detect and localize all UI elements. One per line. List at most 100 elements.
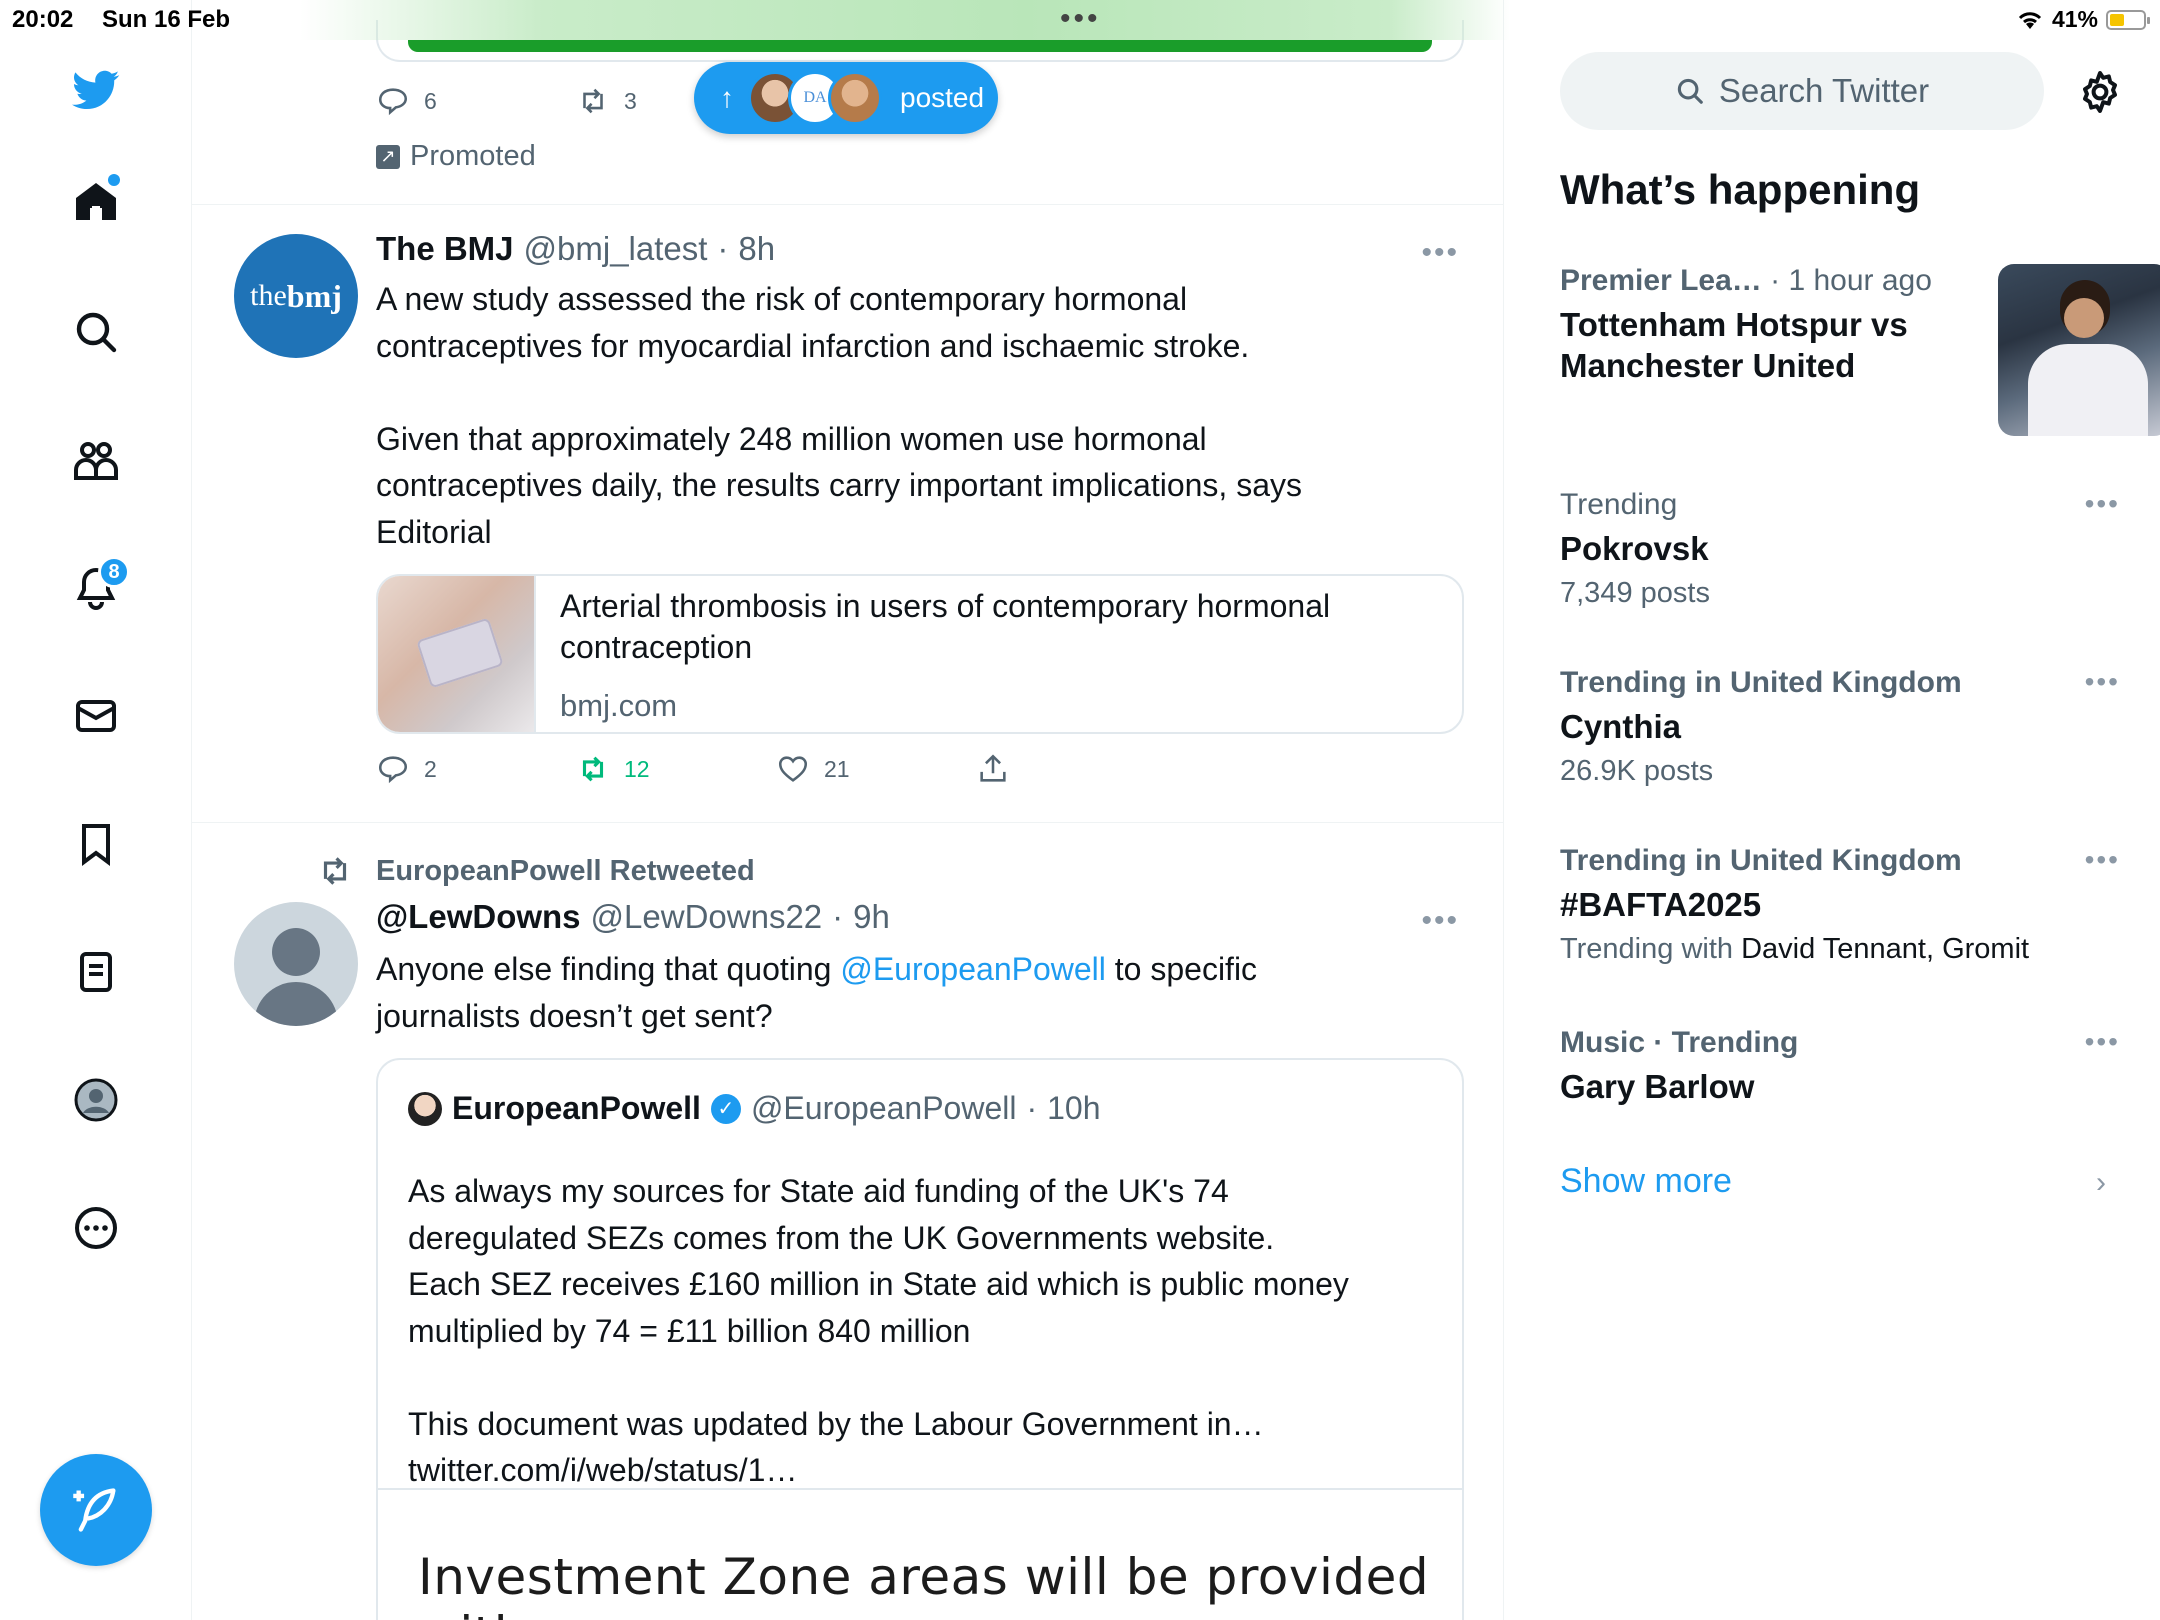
tweet-time[interactable]: 9h	[853, 898, 890, 936]
heart-icon	[778, 756, 808, 782]
trend-meta: Music · Trending	[1560, 1026, 1799, 1059]
pill-pack-image	[416, 617, 504, 689]
nav-profile[interactable]	[66, 1070, 126, 1130]
trend-item[interactable]: Trending in United Kingdom Cynthia 26.9K…	[1560, 666, 2120, 788]
author-handle[interactable]: @LewDowns22	[591, 898, 823, 936]
settings-gear-icon[interactable]	[2076, 68, 2124, 116]
retweet-count: 3	[624, 87, 637, 114]
trend-item[interactable]: Music · Trending Gary Barlow •••	[1560, 1026, 2120, 1107]
news-item[interactable]: Premier Lea… · 1 hour ago Tottenham Hots…	[1560, 264, 2160, 436]
active-call-indicator	[300, 0, 1510, 40]
trend-title: Pokrovsk	[1560, 530, 1709, 567]
trend-more-icon[interactable]: •••	[2085, 488, 2120, 520]
trend-title: Cynthia	[1560, 708, 1682, 745]
nav-lists[interactable]	[66, 942, 126, 1002]
trend-more-icon[interactable]: •••	[2085, 666, 2120, 698]
whats-happening-title: What’s happening	[1560, 166, 1921, 213]
search-input[interactable]: Search Twitter	[1560, 52, 2044, 130]
quoted-media-image-text: Investment Zone areas will be provided w…	[418, 1548, 1430, 1620]
tweet-text: Anyone else finding that quoting @Europe…	[376, 946, 1416, 1039]
status-date: Sun 16 Feb	[102, 6, 231, 33]
lewdowns-tweet-header: @LewDowns @LewDowns22 · 9h	[376, 898, 890, 936]
link-preview-card[interactable]: Arterial thrombosis in users of contempo…	[376, 574, 1464, 734]
tweet-more-icon[interactable]: •••	[1421, 904, 1459, 938]
share-button[interactable]	[976, 752, 1010, 786]
nav-bookmarks[interactable]	[66, 814, 126, 874]
retweet-count: 12	[624, 755, 650, 782]
trend-item[interactable]: Trending Pokrovsk 7,349 posts •••	[1560, 488, 2120, 610]
author-name[interactable]: @LewDowns	[376, 898, 581, 936]
trend-count: 26.9K posts	[1560, 755, 1714, 787]
retweet-icon	[323, 857, 347, 885]
retweet-button[interactable]: 3	[576, 84, 637, 118]
news-title: Tottenham Hotspur vs Manchester United	[1560, 306, 1908, 384]
reply-button[interactable]: 6	[376, 84, 437, 118]
image-shape	[2028, 344, 2148, 436]
status-bar: 20:02 Sun 16 Feb ••• 41%	[0, 0, 2160, 40]
sidebar-nav: 8	[0, 0, 192, 1620]
promoted-text: Promoted	[410, 140, 536, 172]
news-thumbnail	[1998, 264, 2160, 436]
author-name[interactable]: The BMJ	[376, 230, 514, 268]
nav-notifications[interactable]: 8	[66, 556, 130, 618]
link-domain: bmj.com	[560, 688, 678, 723]
share-icon	[980, 754, 1006, 782]
retweeted-by-line[interactable]: EuropeanPowell Retweeted	[316, 852, 755, 890]
compose-tweet-button[interactable]	[40, 1454, 152, 1566]
separator: ·	[832, 898, 844, 935]
compose-feather-icon	[73, 1488, 116, 1532]
bmj-logo-bmj: bmj	[286, 277, 342, 314]
search-icon	[76, 312, 117, 353]
chevron-right-icon: ›	[2096, 1166, 2106, 1199]
wifi-icon	[2018, 11, 2042, 29]
news-time: · 1 hour ago	[1770, 264, 1932, 297]
trend-with-label: Trending with	[1560, 933, 1734, 965]
reply-icon	[378, 756, 408, 784]
quoted-author-handle: @EuropeanPowell	[750, 1090, 1017, 1126]
lists-icon	[80, 952, 112, 992]
posted-label: posted	[900, 82, 985, 113]
profile-avatar-icon	[74, 1078, 118, 1122]
trend-more-icon[interactable]: •••	[2085, 1026, 2120, 1058]
nav-messages[interactable]	[66, 686, 126, 746]
new-posts-pill[interactable]: ↑ DA posted	[694, 62, 998, 134]
trend-meta: Trending in United Kingdom	[1560, 844, 1962, 877]
quoted-tweet-card[interactable]: EuropeanPowell ✓ @EuropeanPowell · 10h A…	[376, 1058, 1464, 1620]
status-right: 41%	[2016, 6, 2150, 33]
mention-link[interactable]: @EuropeanPowell	[840, 951, 1106, 987]
trend-meta: Trending in United Kingdom	[1560, 666, 1962, 699]
trend-more-icon[interactable]: •••	[2085, 844, 2120, 876]
reply-button[interactable]: 2	[376, 752, 437, 786]
lewdowns-avatar[interactable]	[234, 902, 358, 1026]
bmj-avatar[interactable]: the bmj	[234, 234, 358, 358]
author-handle[interactable]: @bmj_latest	[524, 230, 708, 268]
tweet-more-icon[interactable]: •••	[1421, 236, 1459, 270]
like-button[interactable]: 21	[776, 752, 850, 786]
retweeted-by-text: EuropeanPowell Retweeted	[376, 854, 755, 887]
promoted-label: ↗ Promoted	[376, 140, 536, 173]
trend-title: Gary Barlow	[1560, 1068, 1755, 1105]
nav-home[interactable]	[66, 172, 126, 232]
more-circle-icon	[75, 1207, 117, 1249]
show-more-link[interactable]: Show more	[1560, 1162, 1732, 1201]
twitter-logo-icon[interactable]	[66, 60, 126, 120]
right-panel: Search Twitter What’s happening Premier …	[1504, 0, 2160, 1620]
tweet-time[interactable]: 8h	[738, 230, 775, 268]
trend-with: Trending with David Tennant, Gromit	[1560, 933, 2120, 966]
battery-icon	[2106, 9, 2150, 30]
search-placeholder: Search Twitter	[1718, 72, 1930, 109]
nav-communities[interactable]	[66, 430, 126, 490]
trend-count: 7,349 posts	[1560, 577, 1710, 609]
quoted-author-name: EuropeanPowell	[452, 1090, 701, 1126]
quoted-author-avatar	[408, 1091, 442, 1126]
bmj-tweet-header: The BMJ @bmj_latest · 8h	[376, 230, 775, 268]
nav-more[interactable]	[66, 1198, 126, 1258]
notifications-badge: 8	[98, 556, 130, 588]
quote-media-divider	[378, 1488, 1462, 1490]
retweet-button[interactable]: 12	[576, 752, 650, 786]
trend-item[interactable]: Trending in United Kingdom #BAFTA2025 Tr…	[1560, 844, 2120, 966]
nav-explore[interactable]	[66, 302, 126, 362]
multitasking-dots-icon[interactable]: •••	[1060, 2, 1101, 36]
image-shape	[2064, 298, 2104, 338]
separator: ·	[717, 230, 729, 267]
